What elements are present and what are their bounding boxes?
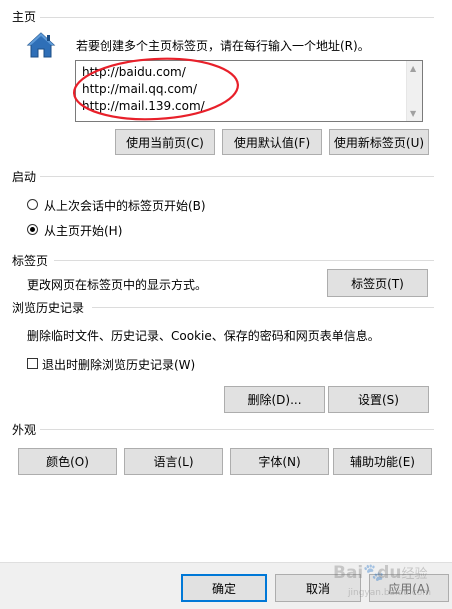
delete-history-on-exit-label[interactable]: 退出时删除浏览历史记录(W) bbox=[42, 356, 195, 373]
textarea-scrollbar[interactable]: ▲ ▼ bbox=[406, 61, 422, 121]
watermark-url: jingyan.baidu.com bbox=[348, 588, 432, 598]
appearance-separator bbox=[40, 429, 434, 430]
history-description: 删除临时文件、历史记录、Cookie、保存的密码和网页表单信息。 bbox=[27, 329, 380, 343]
tabs-separator bbox=[54, 260, 434, 261]
history-section-title: 浏览历史记录 bbox=[12, 301, 85, 315]
use-current-page-button[interactable]: 使用当前页(C) bbox=[115, 129, 215, 155]
startup-separator bbox=[40, 176, 434, 177]
homepage-hint: 若要创建多个主页标签页，请在每行输入一个地址(R)。 bbox=[76, 39, 370, 53]
radio-last-session[interactable] bbox=[27, 199, 38, 210]
tabs-button[interactable]: 标签页(T) bbox=[327, 269, 428, 297]
delete-history-button[interactable]: 删除(D)... bbox=[224, 386, 325, 413]
tabs-section-title: 标签页 bbox=[12, 254, 49, 268]
home-icon bbox=[26, 30, 56, 60]
annotation-circle bbox=[72, 57, 240, 121]
colors-button[interactable]: 颜色(O) bbox=[18, 448, 117, 475]
scroll-down-icon[interactable]: ▼ bbox=[410, 109, 416, 118]
history-separator bbox=[92, 307, 434, 308]
radio-last-session-label[interactable]: 从上次会话中的标签页开始(B) bbox=[44, 197, 206, 214]
scroll-up-icon[interactable]: ▲ bbox=[410, 64, 416, 73]
use-default-button[interactable]: 使用默认值(F) bbox=[222, 129, 322, 155]
use-new-tab-button[interactable]: 使用新标签页(U) bbox=[329, 129, 429, 155]
watermark-logo: Bai🐾du经验 bbox=[333, 563, 428, 583]
ok-button[interactable]: 确定 bbox=[181, 574, 267, 602]
delete-history-on-exit-checkbox[interactable] bbox=[27, 358, 38, 369]
homepage-separator bbox=[40, 17, 434, 18]
radio-homepage[interactable] bbox=[27, 224, 38, 235]
accessibility-button[interactable]: 辅助功能(E) bbox=[333, 448, 432, 475]
tabs-description: 更改网页在标签页中的显示方式。 bbox=[27, 278, 208, 292]
appearance-section-title: 外观 bbox=[12, 423, 37, 437]
radio-homepage-label[interactable]: 从主页开始(H) bbox=[44, 222, 122, 239]
paw-icon: 🐾 bbox=[363, 563, 385, 583]
homepage-section-title: 主页 bbox=[12, 10, 37, 24]
fonts-button[interactable]: 字体(N) bbox=[230, 448, 329, 475]
history-settings-button[interactable]: 设置(S) bbox=[328, 386, 429, 413]
languages-button[interactable]: 语言(L) bbox=[124, 448, 223, 475]
startup-section-title: 启动 bbox=[12, 170, 37, 184]
